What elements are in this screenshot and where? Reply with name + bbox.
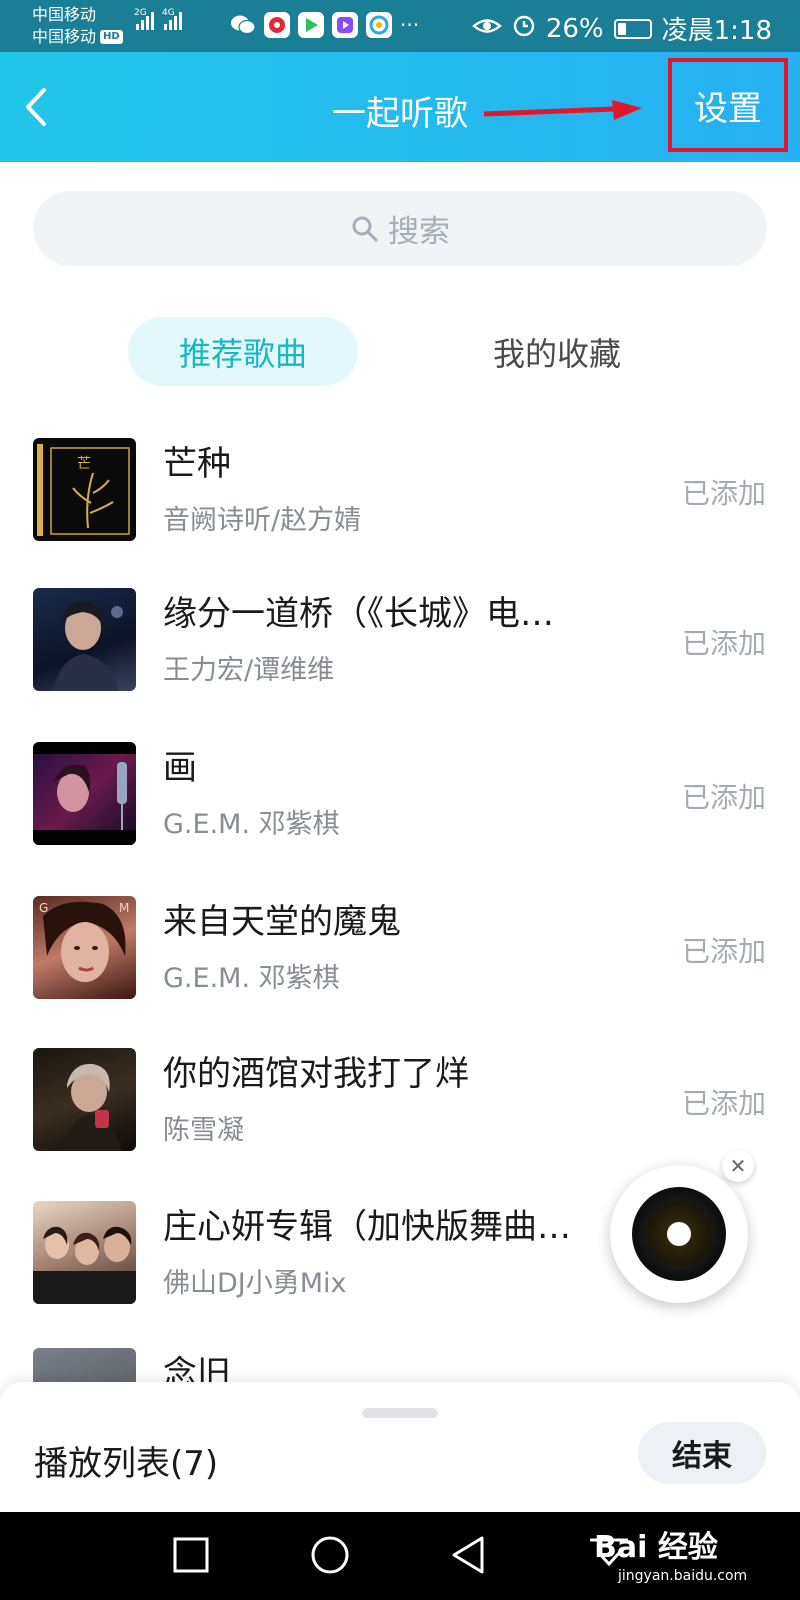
song-title: 庄心妍专辑（加快版舞曲… [163,1207,571,1247]
song-row[interactable]: 画 G.E.M. 邓紫棋 已添加 [0,734,800,854]
red-arrow-annotation [484,100,642,120]
search-placeholder: 搜索 [388,214,450,250]
song-title: 画 [163,748,197,788]
song-title: 缘分一道桥（《长城》电… [163,594,554,634]
song-artist: G.E.M. 邓紫棋 [163,809,340,840]
browser-icon [366,12,392,38]
song-row[interactable]: GM 来自天堂的魔鬼 G.E.M. 邓紫棋 已添加 [0,888,800,1008]
video-play-icon [298,12,324,38]
eye-comfort-icon [471,14,502,44]
vinyl-disc-icon [632,1187,726,1281]
playlist-label[interactable]: 播放列表(7) [34,1436,218,1485]
back-nav-icon[interactable] [444,1530,494,1580]
song-artist: 佛山DJ小勇Mix [163,1268,347,1299]
search-icon [352,216,378,241]
netease-music-icon [264,12,290,38]
song-row[interactable]: 芒 芒种 音阙诗听/赵方婧 已添加 [0,430,800,550]
song-title: 芒种 [163,444,231,484]
network-type-1: 2G [134,8,147,18]
end-button[interactable]: 结束 [638,1422,766,1484]
more-notifications: ··· [400,13,420,37]
song-row[interactable]: 你的酒馆对我打了烊 陈雪凝 已添加 [0,1040,800,1160]
album-cover [33,1048,136,1151]
settings-label: 设置 [694,88,762,129]
album-cover: 芒 [33,438,136,541]
network-type-2: 4G [162,8,175,18]
song-title: 来自天堂的魔鬼 [163,902,401,942]
svg-text:M: M [119,901,129,915]
app-header: 一起听歌 设置 [0,52,800,162]
wechat-icon [230,12,256,38]
song-title: 你的酒馆对我打了烊 [163,1054,469,1094]
battery-icon [613,18,652,39]
status-bar: 中国移动 中国移动 HD 2G 4G ··· 26% 凌晨1:18 [0,0,800,52]
search-input[interactable]: 搜索 [33,191,767,266]
disc-center [667,1222,691,1246]
alarm-icon [512,13,536,44]
tab-favorites[interactable]: 我的收藏 [462,317,652,386]
floating-player[interactable] [610,1165,748,1303]
song-artist: 音阙诗听/赵方婧 [163,505,362,536]
album-cover [33,742,136,845]
song-artist: 王力宏/谭维维 [163,655,335,686]
album-cover: GM [33,896,136,999]
carrier-1: 中国移动 [32,5,97,24]
notification-icons: ··· [230,12,419,38]
album-cover [33,1201,136,1304]
home-icon[interactable] [305,1530,355,1580]
song-added-status: 已添加 [681,477,766,510]
song-added-status: 已添加 [681,1087,766,1120]
playlist-sheet: 播放列表(7) 结束 [0,1382,800,1512]
album-cover [33,588,136,691]
system-nav-bar: Bai 经验 jingyan.baidu.com [0,1512,800,1600]
song-added-status: 已添加 [681,935,766,968]
svg-text:芒: 芒 [77,456,91,472]
baidu-watermark-url: jingyan.baidu.com [618,1568,748,1584]
tab-recommended[interactable]: 推荐歌曲 [128,317,358,386]
baidu-watermark: Bai 经验 [594,1530,718,1565]
song-row[interactable]: 缘分一道桥（《长城》电… 王力宏/谭维维 已添加 [0,580,800,700]
tv-play-icon [332,12,358,38]
signal-indicators: 2G 4G [134,8,182,30]
clock: 凌晨1:18 [661,16,772,46]
signal-icon: 4G [162,8,182,30]
carrier-info: 中国移动 中国移动 HD [32,4,123,48]
svg-text:G: G [39,901,48,915]
settings-button[interactable]: 设置 [668,58,788,152]
song-added-status: 已添加 [681,781,766,814]
carrier-2: 中国移动 [32,27,97,46]
close-icon[interactable]: ✕ [722,1150,754,1182]
hd-badge: HD [100,30,123,44]
sheet-drag-handle[interactable] [362,1408,438,1418]
song-artist: 陈雪凝 [163,1115,244,1146]
battery-percent: 26% [545,13,604,44]
song-added-status: 已添加 [681,627,766,660]
status-right: 26% 凌晨1:18 [471,10,772,47]
recent-apps-icon[interactable] [166,1530,216,1580]
song-artist: G.E.M. 邓紫棋 [163,963,340,994]
signal-icon: 2G [134,8,154,30]
